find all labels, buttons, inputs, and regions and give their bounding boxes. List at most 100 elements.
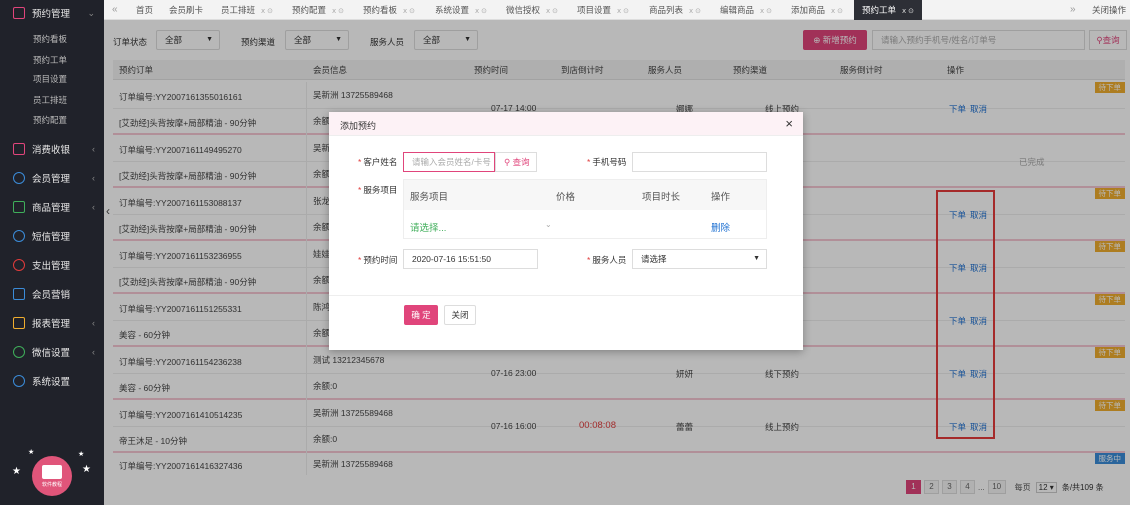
collapse-sidebar-icon[interactable]: ‹	[106, 204, 110, 218]
sidebar-item-sms[interactable]: 短信管理	[0, 225, 104, 247]
goods-icon	[13, 201, 25, 213]
close-icon[interactable]: ⅹ ⊙	[689, 8, 701, 15]
sidebar-item-label: 系统设置	[32, 377, 71, 388]
reservation-time-input[interactable]: 2020-07-16 15:51:50	[403, 249, 538, 269]
service-items-table: 服务项目 价格 项目时长 操作 请选择... ⌄ 删除	[403, 179, 767, 239]
app-root: 预约管理 ⌄ 预约看板 预约工单 项目设置 员工排班 预约配置 消费收银 ‹ 会…	[0, 0, 1130, 505]
service-select[interactable]: 请选择...	[410, 220, 446, 234]
column-header: 价格	[556, 192, 576, 203]
reservation-time-label: * 预约时间	[358, 254, 397, 266]
close-icon[interactable]: ⅹ ⊙	[546, 8, 558, 15]
sidebar-sub-item-project[interactable]: 项目设置	[33, 73, 67, 85]
sidebar-item-members[interactable]: 会员管理 ‹	[0, 167, 104, 189]
dialog-divider	[329, 295, 803, 296]
staff-select[interactable]: 请选择 ▼	[632, 249, 767, 269]
tab-prev-icon[interactable]: «	[112, 0, 118, 20]
sidebar-sub-item-config[interactable]: 预约配置	[33, 114, 67, 126]
close-icon[interactable]: ⅹ ⊙	[831, 8, 843, 15]
sidebar-item-label: 商品管理	[32, 203, 71, 214]
sidebar-item-label: 支出管理	[32, 261, 71, 272]
logo-badge: 软件教程	[32, 456, 72, 496]
service-table-header: 服务项目 价格 项目时长 操作	[404, 180, 766, 210]
sidebar-item-label: 会员管理	[32, 174, 71, 185]
sidebar-item-label: 报表管理	[32, 319, 71, 330]
close-icon[interactable]: ⅹ ⊙	[261, 8, 273, 15]
caret-down-icon: ▼	[753, 255, 760, 262]
sidebar-sub-item-schedule[interactable]: 员工排班	[33, 94, 67, 106]
expense-icon	[13, 259, 25, 271]
tab-reservation-workorder[interactable]: 预约工单 ⅹ ⊙	[854, 0, 922, 20]
sidebar-item-label: 消费收银	[32, 145, 71, 156]
sidebar-item-label: 预约管理	[32, 9, 71, 20]
button-label: 查询	[512, 157, 530, 167]
tab-close-all-menu[interactable]: 关闭操作	[1092, 0, 1126, 20]
close-icon[interactable]: ⅹ ⊙	[475, 8, 487, 15]
sidebar-item-settings[interactable]: 系统设置	[0, 370, 104, 392]
dialog-header: 添加预约 ×	[329, 112, 803, 136]
staff-label: * 服务人员	[587, 254, 626, 266]
sidebar-item-cashier[interactable]: 消费收银 ‹	[0, 138, 104, 160]
tab-label: 编辑商品	[720, 5, 755, 15]
sidebar-item-reservation[interactable]: 预约管理 ⌄	[0, 2, 104, 24]
required-mark: *	[358, 255, 362, 265]
dialog-title: 添加预约	[340, 121, 377, 131]
chevron-down-icon[interactable]: ⌄	[545, 220, 552, 229]
sidebar-sub-item-board[interactable]: 预约看板	[33, 33, 67, 45]
sidebar-item-goods[interactable]: 商品管理 ‹	[0, 196, 104, 218]
close-icon[interactable]: ⅹ ⊙	[760, 8, 772, 15]
required-mark: *	[358, 157, 362, 167]
tab-add-goods[interactable]: 添加商品 ⅹ ⊙	[791, 0, 843, 20]
tab-label: 预约看板	[363, 5, 398, 15]
delete-service-link[interactable]: 删除	[711, 220, 730, 234]
required-mark: *	[587, 255, 591, 265]
tab-project-settings[interactable]: 项目设置 ⅹ ⊙	[577, 0, 629, 20]
tab-staff-schedule[interactable]: 员工排班 ⅹ ⊙	[221, 0, 273, 20]
sidebar-item-marketing[interactable]: 会员营销	[0, 283, 104, 305]
column-header: 项目时长	[642, 192, 681, 203]
add-reservation-dialog: 添加预约 × * 客户姓名 请输入会员姓名/卡号 ⚲ 查询 * 手机号码 * 服务项目…	[329, 112, 803, 350]
close-icon[interactable]: ⅹ ⊙	[403, 8, 415, 15]
app-logo: ★ ★ ★ ★ 软件教程	[12, 448, 92, 498]
customer-name-input[interactable]: 请输入会员姓名/卡号	[403, 152, 495, 172]
tab-label: 员工排班	[221, 5, 256, 15]
label-text: 服务人员	[592, 255, 627, 265]
logo-text: 软件教程	[41, 481, 62, 488]
tab-bar: « 首页 会员刷卡 员工排班 ⅹ ⊙ 预约配置 ⅹ ⊙ 预约看板 ⅹ ⊙ 系统设置 ⅹ …	[104, 0, 1130, 20]
search-icon: ⚲	[504, 157, 513, 167]
sidebar-item-reports[interactable]: 报表管理 ‹	[0, 312, 104, 334]
tab-edit-goods[interactable]: 编辑商品 ⅹ ⊙	[720, 0, 772, 20]
tab-system-settings[interactable]: 系统设置 ⅹ ⊙	[435, 0, 487, 20]
label-text: 手机号码	[592, 157, 627, 167]
tab-next-icon[interactable]: »	[1070, 0, 1076, 20]
tab-label: 微信授权	[506, 5, 541, 15]
required-mark: *	[587, 157, 591, 167]
tab-member-card[interactable]: 会员刷卡	[169, 0, 203, 20]
sidebar-item-expense[interactable]: 支出管理	[0, 254, 104, 276]
tab-goods-list[interactable]: 商品列表 ⅹ ⊙	[649, 0, 701, 20]
confirm-button[interactable]: 确 定	[404, 305, 438, 325]
tab-reservation-config[interactable]: 预约配置 ⅹ ⊙	[292, 0, 344, 20]
close-icon[interactable]: ⅹ ⊙	[902, 8, 914, 15]
sidebar-item-label: 会员营销	[32, 290, 71, 301]
close-icon[interactable]: ⅹ ⊙	[617, 8, 629, 15]
sidebar-sub-item-workorder[interactable]: 预约工单	[33, 54, 67, 66]
tab-wechat-auth[interactable]: 微信授权 ⅹ ⊙	[506, 0, 558, 20]
label-text: 客户姓名	[363, 157, 398, 167]
tab-home[interactable]: 首页	[136, 0, 153, 20]
phone-label: * 手机号码	[587, 156, 626, 168]
wechat-icon	[13, 346, 25, 358]
chevron-left-icon: ‹	[92, 202, 95, 212]
phone-input[interactable]	[632, 152, 767, 172]
close-button[interactable]: 关闭	[444, 305, 476, 325]
calendar-icon	[13, 7, 25, 19]
star-icon: ★	[78, 451, 85, 458]
close-icon[interactable]: ×	[785, 116, 793, 131]
settings-icon	[13, 375, 25, 387]
close-icon[interactable]: ⅹ ⊙	[332, 8, 344, 15]
tab-reservation-board[interactable]: 预约看板 ⅹ ⊙	[363, 0, 415, 20]
sidebar-item-wechat[interactable]: 微信设置 ‹	[0, 341, 104, 363]
gift-icon	[13, 288, 25, 300]
tab-label: 添加商品	[791, 5, 826, 15]
customer-search-button[interactable]: ⚲ 查询	[495, 152, 537, 172]
report-icon	[13, 317, 25, 329]
